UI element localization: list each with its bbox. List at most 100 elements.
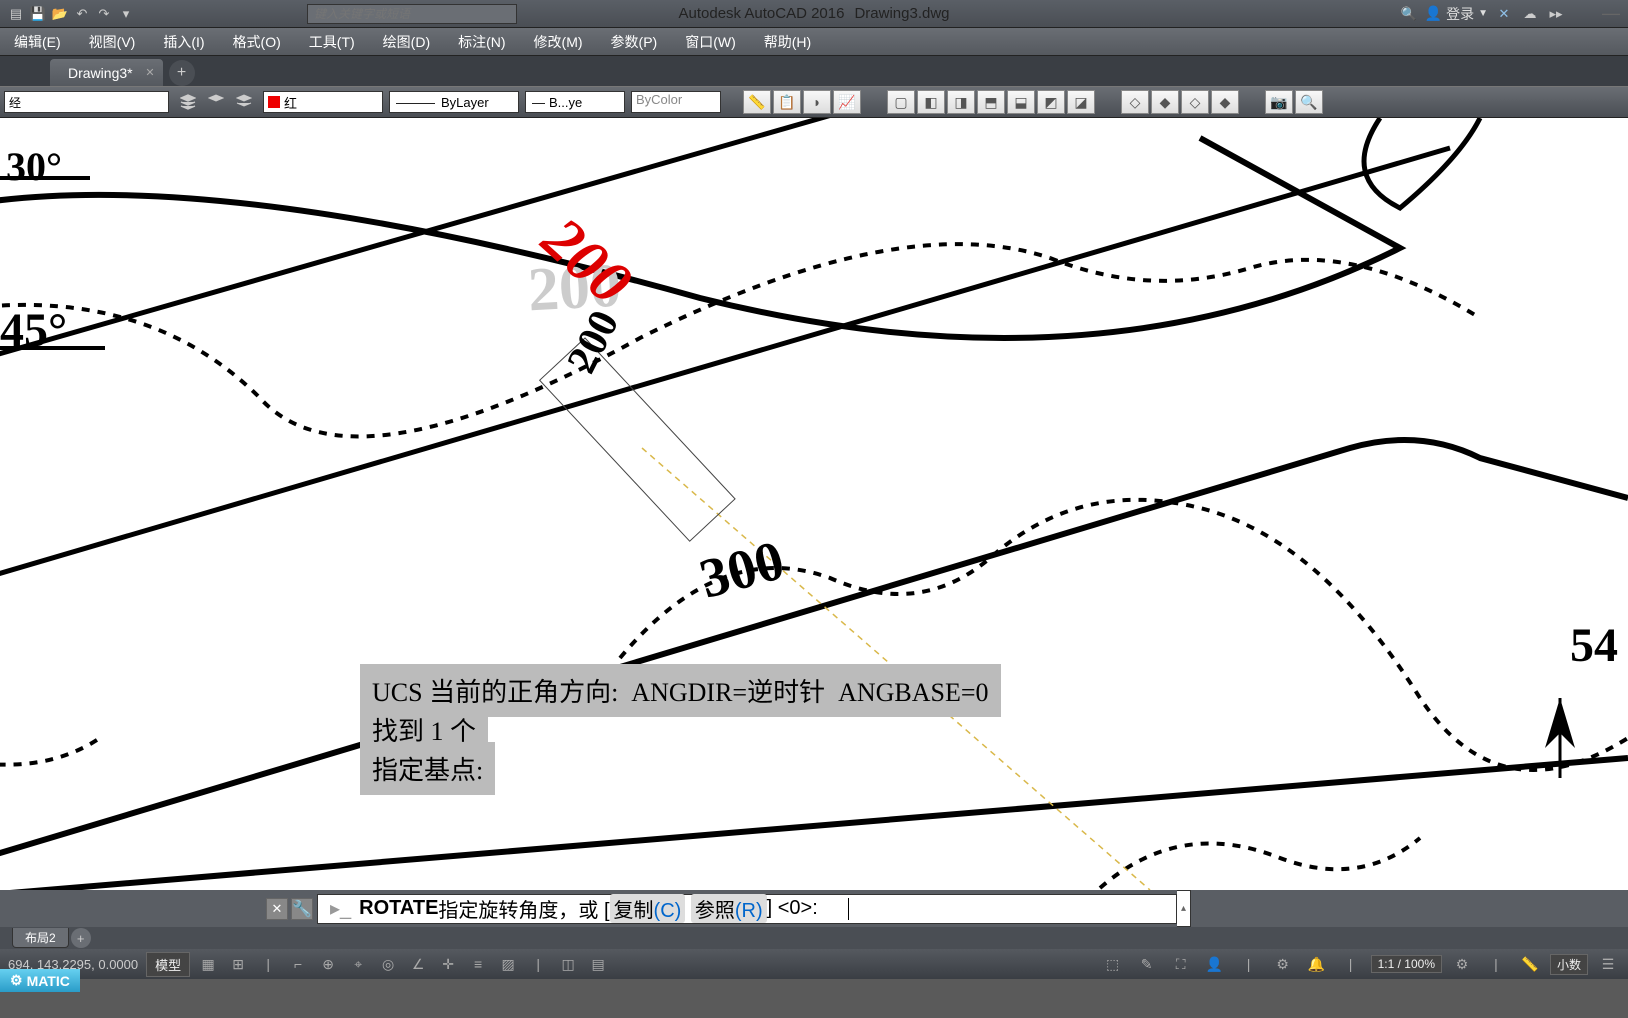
login-button[interactable]: 👤 登录 ▼ xyxy=(1425,4,1488,24)
grid-icon[interactable]: ▦ xyxy=(194,952,222,976)
drawing-canvas[interactable]: 30° 45° 200 200 200 300 54 UCS 当前的正角方向: … xyxy=(0,118,1628,890)
units-combo[interactable]: 小数 xyxy=(1550,954,1588,975)
iso-left-icon[interactable]: ◧ xyxy=(917,90,945,114)
lw-icon[interactable]: ≡ xyxy=(464,952,492,976)
iso-sw-icon[interactable]: ◩ xyxy=(1037,90,1065,114)
layer-state-icon[interactable] xyxy=(175,91,201,113)
section-icon[interactable]: ◗ xyxy=(803,90,831,114)
menu-help[interactable]: 帮助(H) xyxy=(750,28,825,55)
anno-mon-icon[interactable]: 🔔 xyxy=(1303,952,1331,976)
person-icon[interactable]: 👤 xyxy=(1201,952,1229,976)
login-label: 登录 xyxy=(1446,4,1474,24)
zoom-combo[interactable]: 1:1 / 100% xyxy=(1371,955,1442,973)
menu-view[interactable]: 视图(V) xyxy=(75,28,150,55)
qat-more-icon[interactable]: ▾ xyxy=(116,4,136,24)
document-title: Drawing3.dwg xyxy=(854,5,949,22)
menu-draw[interactable]: 绘图(D) xyxy=(369,28,444,55)
open-icon[interactable]: 📂 xyxy=(50,4,70,24)
minimize-button[interactable]: — xyxy=(1602,3,1620,24)
cloud-icon[interactable]: ☁ xyxy=(1520,4,1540,24)
sep5: | xyxy=(1482,952,1510,976)
iso-draft-icon[interactable]: ⬚ xyxy=(1099,952,1127,976)
diamond3-icon[interactable]: ◇ xyxy=(1181,90,1209,114)
zoom-icon[interactable]: 🔍 xyxy=(1295,90,1323,114)
color-combo[interactable]: 红 xyxy=(263,91,383,113)
dyn-icon[interactable]: ✛ xyxy=(434,952,462,976)
viewport-group: ▢ ◧ ◨ ⬒ ⬓ ◩ ◪ xyxy=(887,90,1095,114)
render-group: 📷 🔍 xyxy=(1265,90,1323,114)
search-icon[interactable]: 🔍 xyxy=(1399,4,1419,24)
chart-icon[interactable]: 📈 xyxy=(833,90,861,114)
new-tab-button[interactable]: + xyxy=(169,60,195,86)
search-input[interactable] xyxy=(307,4,517,24)
iso-ne-icon[interactable]: ◪ xyxy=(1067,90,1095,114)
cmd-recent-button[interactable]: 🔧 xyxy=(291,898,313,920)
otrack-icon[interactable]: ∠ xyxy=(404,952,432,976)
iso-top-icon[interactable]: ⬒ xyxy=(977,90,1005,114)
camera-icon[interactable]: 📷 xyxy=(1265,90,1293,114)
layer-combo[interactable] xyxy=(4,91,169,113)
cmd-option-reference[interactable]: 参照(R) xyxy=(691,894,767,923)
undo-icon[interactable]: ↶ xyxy=(72,4,92,24)
polar-icon[interactable]: ⊕ xyxy=(314,952,342,976)
angle-label-30: 30° xyxy=(6,143,62,190)
view-group: 📏 📋 ◗ 📈 xyxy=(743,90,861,114)
cmd-prompt-text: 指定旋转角度，或 [ xyxy=(438,894,609,923)
osnap-icon[interactable]: ⌖ xyxy=(344,952,372,976)
layout-add-button[interactable]: + xyxy=(71,928,91,948)
drafting-settings: ▦ ⊞ | ⌐ ⊕ ⌖ ◎ ∠ ✛ ≡ ▨ | ◫ ▤ xyxy=(194,952,612,976)
single-vp-icon[interactable]: ▢ xyxy=(887,90,915,114)
document-tab[interactable]: Drawing3* ✕ xyxy=(50,59,163,86)
measure-icon[interactable]: 📏 xyxy=(743,90,771,114)
linetype-label: ByLayer xyxy=(441,95,489,110)
menu-modify[interactable]: 修改(M) xyxy=(520,28,597,55)
redo-icon[interactable]: ↷ xyxy=(94,4,114,24)
ws-switch-icon[interactable]: ⚙ xyxy=(1448,952,1476,976)
menu-window[interactable]: 窗口(W) xyxy=(671,28,750,55)
iso-bot-icon[interactable]: ⬓ xyxy=(1007,90,1035,114)
anno-icon[interactable]: ✎ xyxy=(1133,952,1161,976)
layout-tab-2[interactable]: 布局2 xyxy=(12,928,69,948)
layer-prev-icon[interactable] xyxy=(203,91,229,113)
diamond2-icon[interactable]: ◆ xyxy=(1151,90,1179,114)
app-menu-icon[interactable]: ▤ xyxy=(6,4,26,24)
menu-insert[interactable]: 插入(I) xyxy=(149,28,218,55)
qp-icon[interactable]: ▤ xyxy=(584,952,612,976)
workspace-icon[interactable]: ⚙ xyxy=(1269,952,1297,976)
more-icon[interactable]: ▸▸ xyxy=(1546,4,1566,24)
cmd-option-copy[interactable]: 复制(C) xyxy=(610,894,686,923)
command-line-area: ✕ 🔧 ▸_ ROTATE 指定旋转角度，或 [ 复制(C) 参照(R) ] <… xyxy=(0,890,1628,927)
menu-parametric[interactable]: 参数(P) xyxy=(597,28,672,55)
cmd-close-button[interactable]: ✕ xyxy=(266,898,288,920)
command-input[interactable]: ▸_ ROTATE 指定旋转角度，或 [ 复制(C) 参照(R) ] <0>: xyxy=(317,894,1177,924)
layer-props-icon[interactable] xyxy=(231,91,257,113)
sheet-icon[interactable]: 📋 xyxy=(773,90,801,114)
menu-dimension[interactable]: 标注(N) xyxy=(444,28,519,55)
model-space-button[interactable]: 模型 xyxy=(146,952,190,977)
custom-icon[interactable]: ☰ xyxy=(1594,952,1622,976)
trans-icon[interactable]: ▨ xyxy=(494,952,522,976)
ortho-icon[interactable]: ⌐ xyxy=(284,952,312,976)
plotstyle-combo[interactable]: ByColor xyxy=(631,91,721,113)
menu-tools[interactable]: 工具(T) xyxy=(295,28,369,55)
units-icon[interactable]: 📏 xyxy=(1516,952,1544,976)
lineweight-combo[interactable]: —B...ye xyxy=(525,91,625,113)
diamond4-icon[interactable]: ◆ xyxy=(1211,90,1239,114)
exchange-icon[interactable]: ✕ xyxy=(1494,4,1514,24)
menu-bar: 编辑(E) 视图(V) 插入(I) 格式(O) 工具(T) 绘图(D) 标注(N… xyxy=(0,27,1628,56)
linetype-combo[interactable]: ———ByLayer xyxy=(389,91,519,113)
drawing-content xyxy=(0,118,1628,890)
save-icon[interactable]: 💾 xyxy=(28,4,48,24)
menu-edit[interactable]: 编辑(E) xyxy=(0,28,75,55)
cmd-history-toggle[interactable]: ▴ xyxy=(1177,890,1191,927)
anno-scale-icon[interactable]: ⛶ xyxy=(1167,952,1195,976)
3dosnap-icon[interactable]: ◎ xyxy=(374,952,402,976)
document-tab-bar: Drawing3* ✕ + xyxy=(0,56,1628,86)
close-icon[interactable]: ✕ xyxy=(145,66,154,79)
cycle-icon[interactable]: ◫ xyxy=(554,952,582,976)
snap-icon[interactable]: ⊞ xyxy=(224,952,252,976)
diamond1-icon[interactable]: ◇ xyxy=(1121,90,1149,114)
title-bar: ▤ 💾 📂 ↶ ↷ ▾ Autodesk AutoCAD 2016 Drawin… xyxy=(0,0,1628,27)
iso-right-icon[interactable]: ◨ xyxy=(947,90,975,114)
menu-format[interactable]: 格式(O) xyxy=(219,28,295,55)
